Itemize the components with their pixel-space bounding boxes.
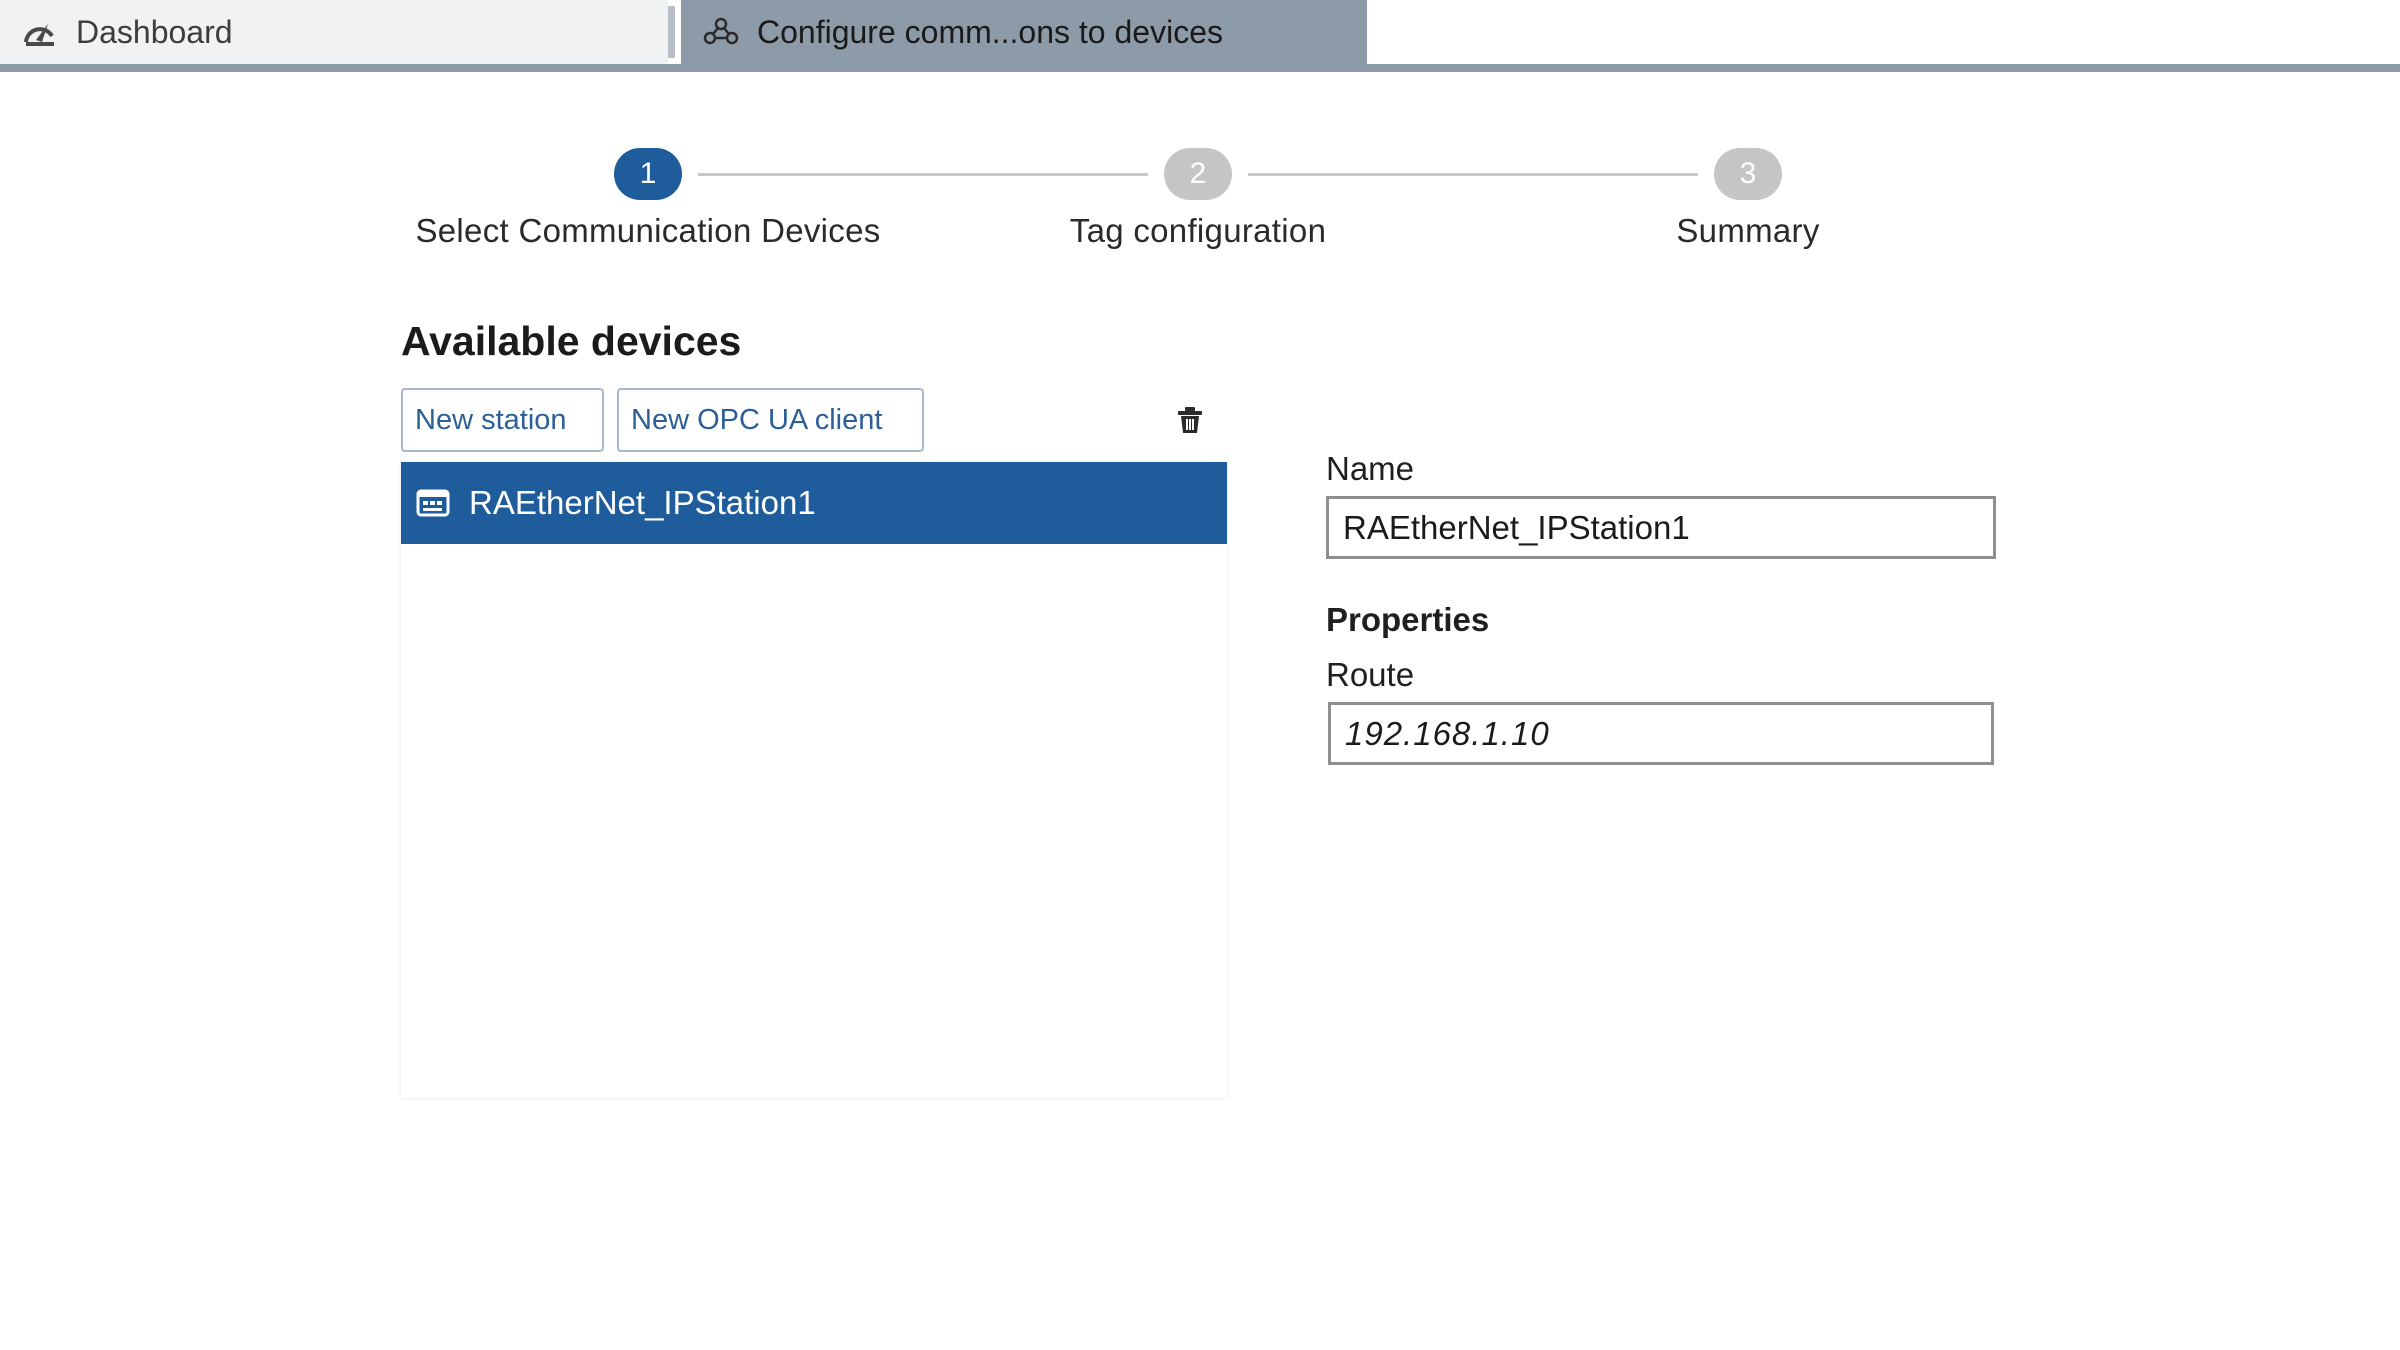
name-field[interactable] <box>1326 496 1996 559</box>
route-field[interactable] <box>1328 702 1994 765</box>
trash-icon[interactable] <box>1175 405 1205 435</box>
tab-separator <box>668 6 675 58</box>
step-2-label: Tag configuration <box>1069 212 1327 249</box>
tab-configure-communications[interactable]: Configure comm...ons to devices <box>681 0 1367 64</box>
tab-dashboard-label: Dashboard <box>76 13 233 50</box>
tab-underline <box>0 64 2400 72</box>
step-1-label: Select Communication Devices <box>415 212 881 249</box>
wizard-stepper: 1 2 3 Select Communication Devices Tag c… <box>0 140 2400 260</box>
step-connector-1-2 <box>698 173 1148 176</box>
step-2-indicator[interactable]: 2 <box>1164 148 1232 200</box>
step-3-label: Summary <box>1676 212 1820 249</box>
available-devices-title: Available devices <box>401 318 742 364</box>
devices-network-icon <box>703 17 739 45</box>
dashboard-icon <box>24 24 54 46</box>
route-label: Route <box>1326 656 1415 693</box>
properties-heading: Properties <box>1326 601 1490 638</box>
device-list: RAEtherNet_IPStation1 <box>401 462 1227 1098</box>
step-connector-2-3 <box>1248 173 1698 176</box>
device-name: RAEtherNet_IPStation1 <box>469 484 816 521</box>
tab-bar: Dashboard Configure comm...ons to device… <box>0 0 2400 72</box>
new-opc-ua-client-button[interactable]: New OPC UA client <box>617 388 924 452</box>
list-item[interactable]: RAEtherNet_IPStation1 <box>401 462 1227 544</box>
new-station-button[interactable]: New station <box>401 388 604 452</box>
station-icon <box>416 489 450 517</box>
step-1-indicator[interactable]: 1 <box>614 148 682 200</box>
tab-configure-label: Configure comm...ons to devices <box>757 13 1223 50</box>
step-3-indicator[interactable]: 3 <box>1714 148 1782 200</box>
name-label: Name <box>1326 450 1415 487</box>
tab-dashboard[interactable]: Dashboard <box>0 0 668 64</box>
